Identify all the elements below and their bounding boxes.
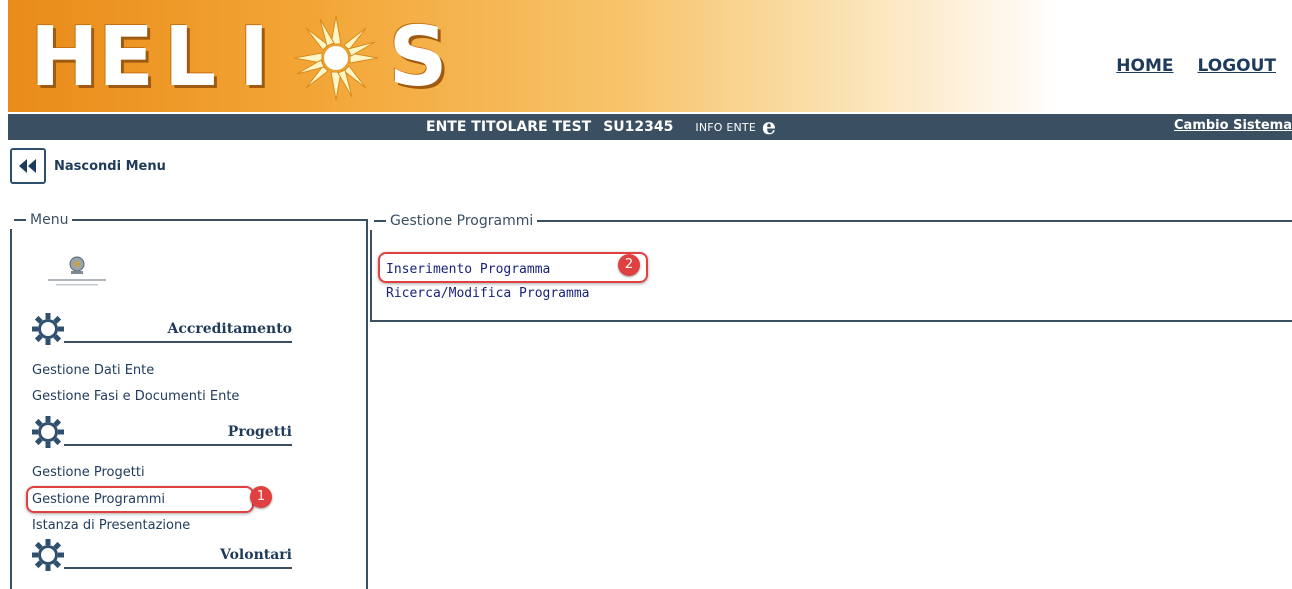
double-chevron-left-icon[interactable] xyxy=(10,148,46,184)
entity-code: SU12345 xyxy=(603,119,674,135)
info-ente-link[interactable]: INFO ENTE xyxy=(695,121,756,134)
menu-legend: Menu xyxy=(10,211,73,229)
annotation-highlight-2 xyxy=(378,252,648,283)
gestione-programmi-legend: Gestione Programmi xyxy=(370,212,538,230)
menu-item-gestione-progetti[interactable]: Gestione Progetti xyxy=(32,465,145,480)
gear-icon xyxy=(32,416,64,452)
section-title-accreditamento: Accreditamento xyxy=(167,321,292,337)
section-title-volontari: Volontari xyxy=(220,547,292,563)
entity-name: ENTE TITOLARE TEST xyxy=(426,119,592,135)
section-volontari: Volontari xyxy=(32,539,292,577)
annotation-highlight-1 xyxy=(26,486,254,513)
menu-item-gestione-dati-ente[interactable]: Gestione Dati Ente xyxy=(32,363,154,378)
gestione-programmi-panel: Gestione Programmi Inserimento Programma… xyxy=(370,212,1292,322)
logo-letter-e: E xyxy=(97,10,154,105)
helios-logo: H E L I S xyxy=(30,12,450,104)
annotation-badge-1: 1 xyxy=(250,486,272,508)
menu-item-gestione-fasi-documenti[interactable]: Gestione Fasi e Documenti Ente xyxy=(32,389,239,404)
header-banner: H E L I S HOME LOGOUT xyxy=(8,0,1292,112)
logo-letter-l: L xyxy=(163,10,217,105)
menu-item-istanza-presentazione[interactable]: Istanza di Presentazione xyxy=(32,518,190,533)
logo-letter-i: I xyxy=(238,10,270,105)
home-link[interactable]: HOME xyxy=(1116,56,1173,76)
cambio-sistema-link[interactable]: Cambio Sistema xyxy=(1174,118,1292,133)
section-progetti: Progetti xyxy=(32,416,292,454)
logout-link[interactable]: LOGOUT xyxy=(1198,56,1276,76)
menu-panel: Menu Accreditamento Gestione Dati Ente G… xyxy=(10,211,368,589)
hide-menu-label: Nascondi Menu xyxy=(54,158,166,174)
header-nav: HOME LOGOUT xyxy=(1116,56,1276,76)
government-emblem-logo xyxy=(42,253,112,289)
entity-info-bar: ENTE TITOLARE TEST SU12345 INFO ENTE e C… xyxy=(8,114,1292,140)
gear-icon xyxy=(32,313,64,349)
logo-letter-h: H xyxy=(30,10,99,105)
gear-icon xyxy=(32,539,64,575)
annotation-badge-2: 2 xyxy=(618,254,640,276)
section-title-progetti: Progetti xyxy=(227,424,292,440)
hide-menu-button[interactable]: Nascondi Menu xyxy=(10,148,166,184)
sun-icon xyxy=(286,12,386,104)
ricerca-modifica-programma-link[interactable]: Ricerca/Modifica Programma xyxy=(386,286,590,301)
section-accreditamento: Accreditamento xyxy=(32,313,292,351)
logo-letter-s: S xyxy=(388,10,448,105)
ente-info-icon[interactable]: e xyxy=(762,116,776,138)
